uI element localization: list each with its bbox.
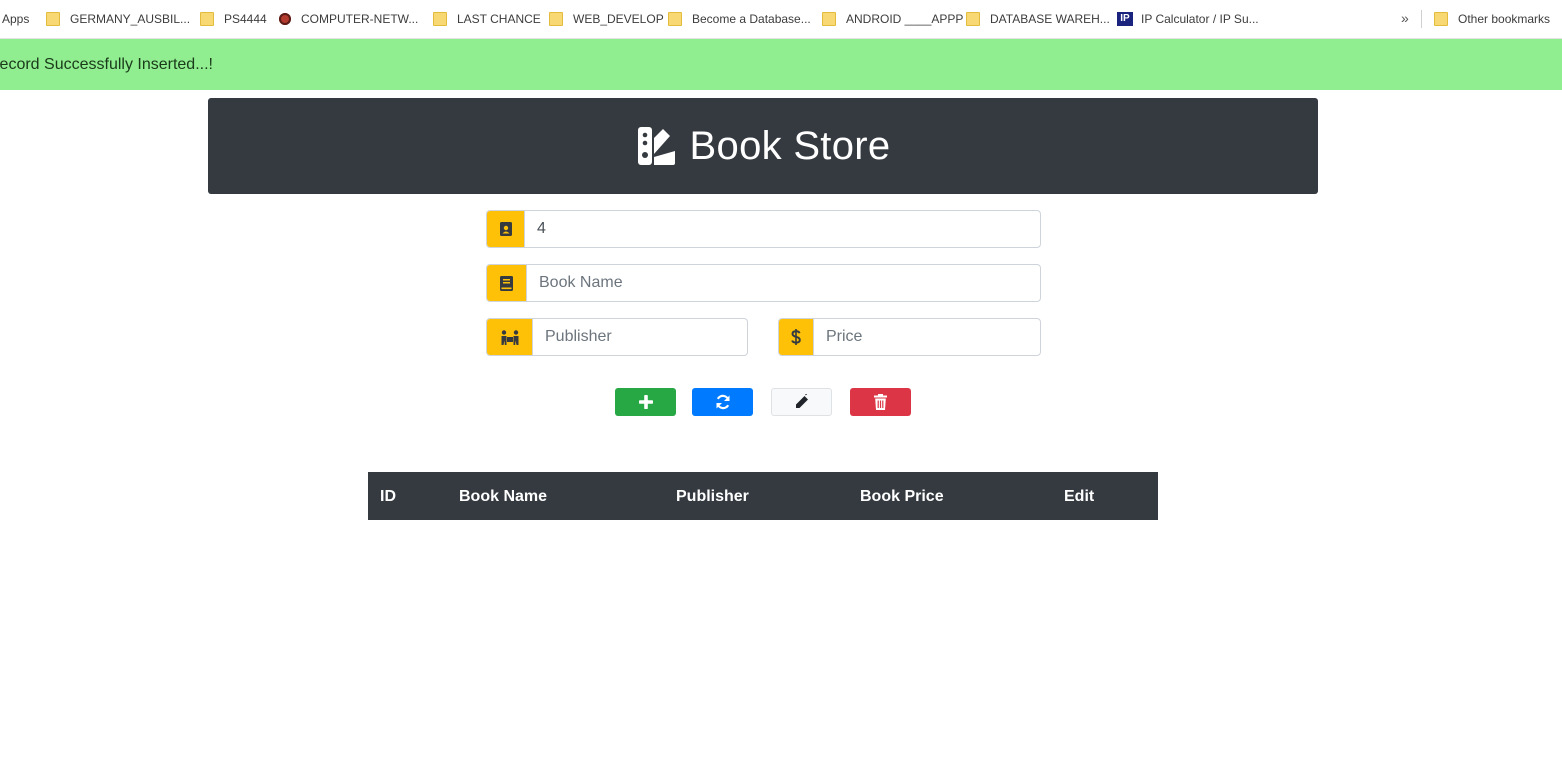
delete-button[interactable] bbox=[850, 388, 911, 416]
id-field[interactable] bbox=[525, 211, 1040, 247]
folder-icon bbox=[668, 12, 682, 26]
alert-message: Record Successfully Inserted...! bbox=[0, 56, 213, 73]
folder-icon bbox=[433, 12, 447, 26]
folder-icon bbox=[966, 12, 980, 26]
trash-icon bbox=[874, 394, 887, 410]
bookmark-last-chance[interactable]: LAST CHANCE bbox=[433, 12, 541, 26]
dollar-icon bbox=[779, 319, 814, 355]
bookmark-ps4444[interactable]: PS4444 bbox=[200, 12, 267, 26]
id-input-group bbox=[486, 210, 1041, 248]
folder-icon bbox=[46, 12, 60, 26]
price-field[interactable] bbox=[814, 319, 1040, 355]
bookmarks-overflow-button[interactable]: » bbox=[1401, 10, 1409, 26]
bookmarks-divider bbox=[1421, 10, 1422, 28]
column-header-book-name: Book Name bbox=[459, 488, 548, 505]
bookmark-android[interactable]: ANDROID ____APPP bbox=[822, 12, 963, 26]
bookmark-web-develop[interactable]: WEB_DEVELOP bbox=[549, 12, 664, 26]
bookmark-apps[interactable]: Apps bbox=[2, 12, 29, 26]
column-header-book-price: Book Price bbox=[860, 488, 944, 505]
bookmark-label: COMPUTER-NETW... bbox=[301, 12, 419, 26]
plus-icon bbox=[638, 395, 653, 409]
edit-button[interactable] bbox=[771, 388, 832, 416]
publisher-field[interactable] bbox=[533, 319, 747, 355]
ip-favicon-icon: IP bbox=[1117, 12, 1133, 26]
books-table: ID Book Name Publisher Book Price Edit bbox=[368, 472, 1158, 520]
price-input-group bbox=[778, 318, 1041, 356]
folder-icon bbox=[200, 12, 214, 26]
bookmark-label: PS4444 bbox=[224, 12, 267, 26]
sync-icon bbox=[715, 394, 730, 410]
book-name-input-group bbox=[486, 264, 1041, 302]
column-header-publisher: Publisher bbox=[676, 488, 749, 505]
column-header-id: ID bbox=[380, 488, 396, 505]
id-badge-icon bbox=[487, 211, 525, 247]
bookmark-computer-network[interactable]: COMPUTER-NETW... bbox=[279, 12, 418, 26]
page-header: Book Store bbox=[208, 98, 1318, 194]
bookmark-label: LAST CHANCE bbox=[457, 12, 541, 26]
bookmark-label: DATABASE WAREH... bbox=[990, 12, 1110, 26]
swatchbook-icon bbox=[637, 127, 675, 165]
bookmark-germany[interactable]: GERMANY_AUSBIL... bbox=[46, 12, 190, 26]
bookmark-ip-calculator[interactable]: IP IP Calculator / IP Su... bbox=[1117, 12, 1259, 26]
folder-icon bbox=[1434, 12, 1448, 26]
column-header-edit: Edit bbox=[1064, 488, 1095, 505]
bookmark-other[interactable]: Other bookmarks bbox=[1434, 12, 1550, 26]
success-alert: Record Successfully Inserted...! bbox=[0, 39, 1562, 90]
bookmark-label: Become a Database... bbox=[692, 12, 811, 26]
add-button[interactable] bbox=[615, 388, 676, 416]
book-name-field[interactable] bbox=[527, 265, 1040, 301]
pencil-icon bbox=[795, 394, 808, 408]
site-favicon-icon bbox=[279, 13, 291, 25]
bookmark-label: WEB_DEVELOP bbox=[573, 12, 664, 26]
page-title: Book Store bbox=[689, 123, 891, 168]
bookmark-label: Apps bbox=[2, 12, 30, 26]
folder-icon bbox=[549, 12, 563, 26]
refresh-button[interactable] bbox=[692, 388, 753, 416]
people-carry-icon bbox=[487, 319, 533, 355]
publisher-input-group bbox=[486, 318, 748, 356]
bookmark-label: IP Calculator / IP Su... bbox=[1141, 12, 1259, 26]
bookmark-database[interactable]: Become a Database... bbox=[668, 12, 811, 26]
bookmark-label: ANDROID ____APPP bbox=[846, 12, 964, 26]
folder-icon bbox=[822, 12, 836, 26]
bookmark-label: GERMANY_AUSBIL... bbox=[70, 12, 191, 26]
bookmark-label: Other bookmarks bbox=[1458, 12, 1551, 26]
bookmarks-bar: Apps GERMANY_AUSBIL... PS4444 COMPUTER-N… bbox=[0, 0, 1562, 39]
book-icon bbox=[487, 265, 527, 301]
bookmark-database-warehouse[interactable]: DATABASE WAREH... bbox=[966, 12, 1110, 26]
